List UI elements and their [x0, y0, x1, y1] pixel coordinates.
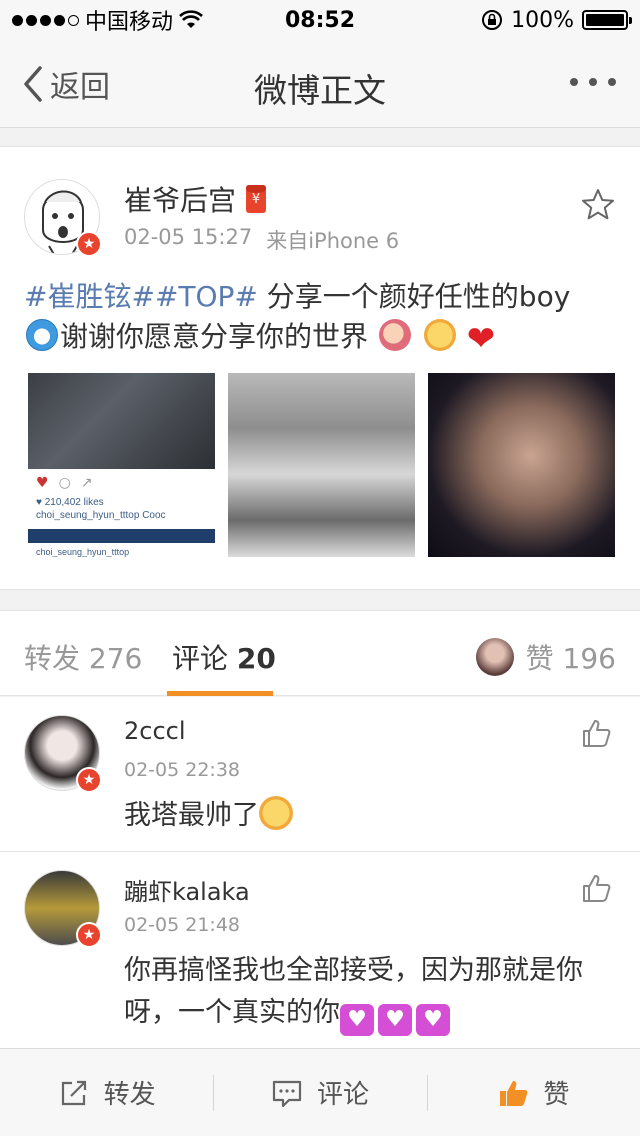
more-dot	[608, 78, 616, 86]
author-name[interactable]: 崔爷后宫	[124, 179, 236, 219]
thumbs-up-icon[interactable]	[580, 872, 612, 904]
bottom-toolbar: 转发 评论 赞	[0, 1048, 640, 1136]
verified-badge-icon: ★	[76, 922, 102, 948]
tab-comment-label: 评论	[172, 642, 229, 675]
kiss-emoji-icon	[259, 796, 293, 830]
post-text: #崔胜铉##TOP# 分享一个颜好任性的boy 谢谢你愿意分享你的世界 ❤	[24, 277, 624, 359]
tab-comment-count: 20	[236, 642, 276, 675]
back-button[interactable]: 返回	[20, 62, 110, 106]
commenter-name[interactable]: 蹦虾kalaka	[124, 872, 250, 907]
tab-repost[interactable]: 转发 276	[24, 637, 142, 677]
tab-repost-label: 转发	[24, 642, 81, 675]
like-label: 赞	[543, 1080, 570, 1110]
comment-time: 02-05 22:38	[124, 759, 241, 781]
photo-thumbnail[interactable]	[428, 373, 615, 557]
nav-bar: 返回 微博正文	[0, 40, 640, 128]
verified-badge-icon: ★	[76, 767, 102, 793]
favorite-star-icon[interactable]	[580, 187, 616, 223]
post-source: 来自iPhone 6	[266, 229, 400, 253]
back-label: 返回	[50, 70, 110, 105]
comment-button[interactable]: 评论	[213, 1049, 426, 1136]
repost-label: 转发	[103, 1080, 156, 1110]
signal-icon	[12, 14, 79, 26]
tab-like[interactable]: 赞 196	[475, 637, 616, 677]
more-dot	[570, 78, 578, 86]
tab-repost-count: 276	[88, 642, 143, 675]
comment-text: 我塔最帅了	[124, 795, 614, 837]
battery-percent: 100%	[511, 7, 574, 33]
topic-link[interactable]: #崔胜铉#	[24, 280, 155, 313]
list-item[interactable]: ★ 2cccl 02-05 22:38 我塔最帅了	[0, 697, 640, 852]
comment-text: 你再搞怪我也全部接受，因为那就是你呀，一个真实的你 ♥ ♥ ♥	[124, 950, 614, 1036]
tab-like-label: 赞	[525, 642, 554, 675]
repost-button[interactable]: 转发	[0, 1049, 213, 1136]
status-left: 中国移动	[12, 4, 203, 36]
photo-user: choi_seung_hyun_tttop	[36, 547, 130, 557]
post-text-line1: 分享一个颜好任性的boy	[257, 280, 571, 313]
topic-link[interactable]: #TOP#	[155, 280, 258, 313]
photo-thumbnail[interactable]: ♥ ○ ↗ ♥ 210,402 likes choi_seung_hyun_tt…	[28, 373, 215, 557]
photo-bar	[28, 529, 215, 543]
verified-badge-icon: ★	[76, 231, 102, 257]
photo-caption: choi_seung_hyun_tttop Cooc	[36, 510, 166, 521]
tab-like-count: 196	[562, 642, 616, 675]
thumbs-up-icon	[500, 1080, 528, 1106]
bird-emoji-icon	[378, 319, 411, 351]
comment-time: 02-05 21:48	[124, 914, 241, 936]
comment-label: 评论	[316, 1080, 369, 1110]
post-time: 02-05 15:27	[124, 225, 253, 249]
status-right: 100%	[481, 7, 632, 33]
shy-emoji-icon	[423, 319, 456, 351]
like-button[interactable]: 赞	[426, 1049, 640, 1136]
doraemon-emoji-icon	[26, 319, 58, 351]
heart-emoji-icon: ♥	[340, 1004, 374, 1036]
share-icon: ↗	[80, 475, 93, 491]
commenter-avatar[interactable]: ★	[24, 715, 102, 793]
photo-thumbnail[interactable]	[228, 373, 415, 557]
heart-icon: ❤	[466, 319, 496, 359]
comment-icon: ○	[58, 475, 71, 491]
comment-icon	[272, 1080, 302, 1107]
battery-icon	[582, 10, 632, 30]
repost-icon	[61, 1080, 86, 1105]
status-bar: 中国移动 08:52 100%	[0, 0, 640, 40]
active-tab-indicator	[167, 691, 273, 696]
more-button[interactable]	[570, 78, 616, 86]
photo-grid: ♥ ○ ↗ ♥ 210,402 likes choi_seung_hyun_tt…	[28, 373, 615, 557]
carrier-name: 中国移动	[85, 10, 174, 35]
commenter-name[interactable]: 2cccl	[124, 717, 186, 745]
post-card: ★ 崔爷后宫 ¥ 02-05 15:27 来自iPhone 6 #崔胜铉##TO…	[0, 146, 640, 590]
photo-likes: ♥ 210,402 likes	[36, 497, 104, 508]
commenter-avatar[interactable]: ★	[24, 870, 102, 948]
liker-avatar	[475, 638, 514, 676]
rotation-lock-icon	[482, 10, 503, 30]
post-meta: 02-05 15:27 来自iPhone 6	[124, 225, 399, 255]
author-avatar[interactable]: ★	[24, 179, 102, 257]
heart-icon: ♥	[36, 475, 49, 491]
comment-list: ★ 2cccl 02-05 22:38 我塔最帅了 ★ 蹦虾kalaka 02-…	[0, 697, 640, 1052]
thumbs-up-icon[interactable]	[580, 717, 612, 749]
post-text-line2: 谢谢你愿意分享你的世界	[60, 320, 369, 353]
wifi-icon	[179, 10, 203, 28]
interaction-tabs: 转发 276 评论 20 赞 196	[0, 610, 640, 696]
red-envelope-icon: ¥	[246, 185, 267, 213]
heart-emoji-icon: ♥	[378, 1004, 412, 1036]
list-item[interactable]: ★ 蹦虾kalaka 02-05 21:48 你再搞怪我也全部接受，因为那就是你…	[0, 852, 640, 1052]
heart-emoji-icon: ♥	[416, 1004, 450, 1036]
more-dot	[589, 78, 597, 86]
photo-action-icons: ♥ ○ ↗	[28, 469, 215, 497]
photo-content	[28, 373, 215, 469]
comment-text-content: 我塔最帅了	[124, 800, 259, 831]
tab-comment[interactable]: 评论 20	[172, 637, 276, 677]
author-name-row: 崔爷后宫 ¥	[124, 179, 267, 219]
chevron-left-icon	[24, 66, 42, 102]
